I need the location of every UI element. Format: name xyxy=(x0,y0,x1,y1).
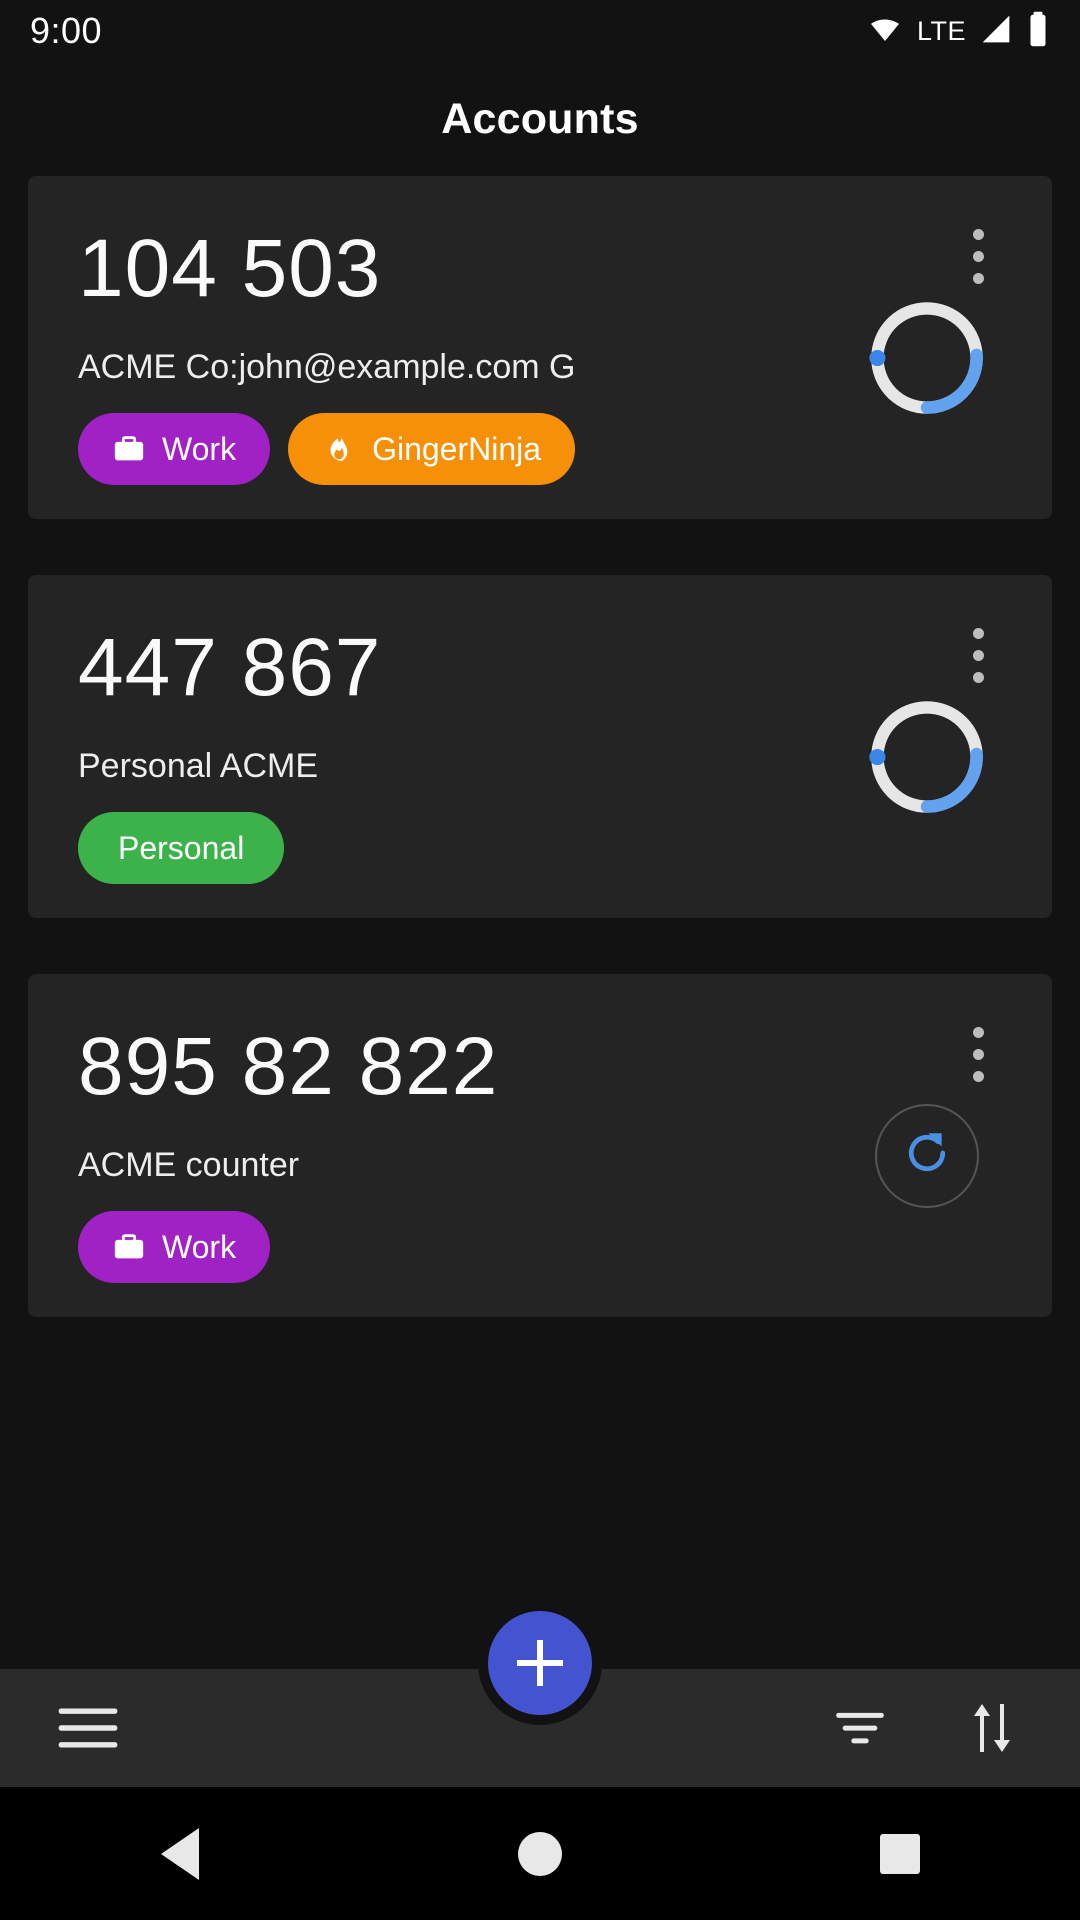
overflow-menu-icon[interactable] xyxy=(948,218,1008,294)
account-card-content: 895 82 822 ACME counter Work xyxy=(78,1002,832,1284)
progress-ring xyxy=(865,695,989,819)
chip-work[interactable]: Work xyxy=(78,413,271,486)
chip-label: Personal xyxy=(118,829,245,866)
dot xyxy=(972,1026,984,1038)
dot xyxy=(972,1070,984,1082)
account-card[interactable]: 104 503 ACME Co:john@example.com G Work … xyxy=(28,176,1052,520)
network-type-label: LTE xyxy=(916,15,966,46)
home-circle-icon xyxy=(518,1831,562,1876)
chip-gingerninja[interactable]: GingerNinja xyxy=(288,413,576,486)
dot xyxy=(972,272,984,284)
progress-ring xyxy=(865,296,989,420)
battery-icon xyxy=(1026,11,1050,52)
account-card-side xyxy=(832,204,1022,485)
dot xyxy=(972,250,984,262)
dot xyxy=(972,627,984,639)
account-card-content: 104 503 ACME Co:john@example.com G Work … xyxy=(78,204,832,486)
overflow-menu-icon[interactable] xyxy=(948,1016,1008,1092)
add-account-fab[interactable] xyxy=(478,1601,602,1725)
refresh-icon xyxy=(900,1126,954,1185)
briefcase-icon xyxy=(112,432,146,466)
refresh-button[interactable] xyxy=(875,1103,979,1208)
chip-label: Work xyxy=(162,430,237,467)
chip-label: Work xyxy=(162,1228,237,1265)
account-card-side xyxy=(832,603,1022,884)
overflow-menu-icon[interactable] xyxy=(948,617,1008,693)
status-bar: 9:00 LTE xyxy=(0,0,1080,62)
bottom-bar-actions xyxy=(818,1686,1034,1770)
account-code: 895 82 822 xyxy=(78,1021,499,1113)
status-icons: LTE xyxy=(865,11,1050,52)
phone-screen: 9:00 LTE Accounts 104 503 ACME Co:john@e… xyxy=(0,0,1080,1920)
dot xyxy=(972,671,984,683)
wifi-icon xyxy=(865,13,905,50)
account-subtitle: ACME counter xyxy=(78,1146,300,1185)
accounts-list[interactable]: 104 503 ACME Co:john@example.com G Work … xyxy=(0,176,1080,1669)
back-button[interactable] xyxy=(110,1799,250,1909)
flame-icon xyxy=(322,432,356,466)
app-bar: Accounts xyxy=(0,62,1080,176)
status-time: 9:00 xyxy=(30,10,103,51)
sort-icon[interactable] xyxy=(950,1686,1034,1770)
account-code: 447 867 xyxy=(78,622,382,714)
account-chips: Work GingerNinja xyxy=(78,413,832,486)
account-card-side xyxy=(832,1002,1022,1283)
chip-label: GingerNinja xyxy=(372,430,542,467)
back-triangle-icon xyxy=(161,1827,199,1880)
account-subtitle: Personal ACME xyxy=(78,747,318,786)
account-card[interactable]: 447 867 Personal ACME Personal xyxy=(28,575,1052,919)
account-chips: Work xyxy=(78,1211,832,1284)
cellular-signal-icon xyxy=(978,13,1014,50)
android-navigation-bar xyxy=(0,1787,1080,1920)
hamburger-menu-icon[interactable] xyxy=(46,1686,130,1770)
chip-personal[interactable]: Personal xyxy=(78,812,285,885)
plus-icon xyxy=(517,1640,563,1686)
account-code: 104 503 xyxy=(78,223,382,314)
dot xyxy=(972,1048,984,1060)
home-button[interactable] xyxy=(470,1799,610,1909)
dot xyxy=(972,649,984,661)
account-subtitle: ACME Co:john@example.com G xyxy=(78,348,576,387)
account-card[interactable]: 895 82 822 ACME counter Work xyxy=(28,974,1052,1318)
filter-icon[interactable] xyxy=(818,1686,902,1770)
account-card-content: 447 867 Personal ACME Personal xyxy=(78,603,832,885)
bottom-app-bar xyxy=(0,1601,1080,1787)
recents-button[interactable] xyxy=(830,1799,970,1909)
page-title: Accounts xyxy=(441,94,639,143)
dot xyxy=(972,228,984,240)
account-chips: Personal xyxy=(78,812,832,885)
recents-square-icon xyxy=(880,1833,920,1874)
briefcase-icon xyxy=(112,1230,146,1264)
chip-work[interactable]: Work xyxy=(78,1211,271,1284)
